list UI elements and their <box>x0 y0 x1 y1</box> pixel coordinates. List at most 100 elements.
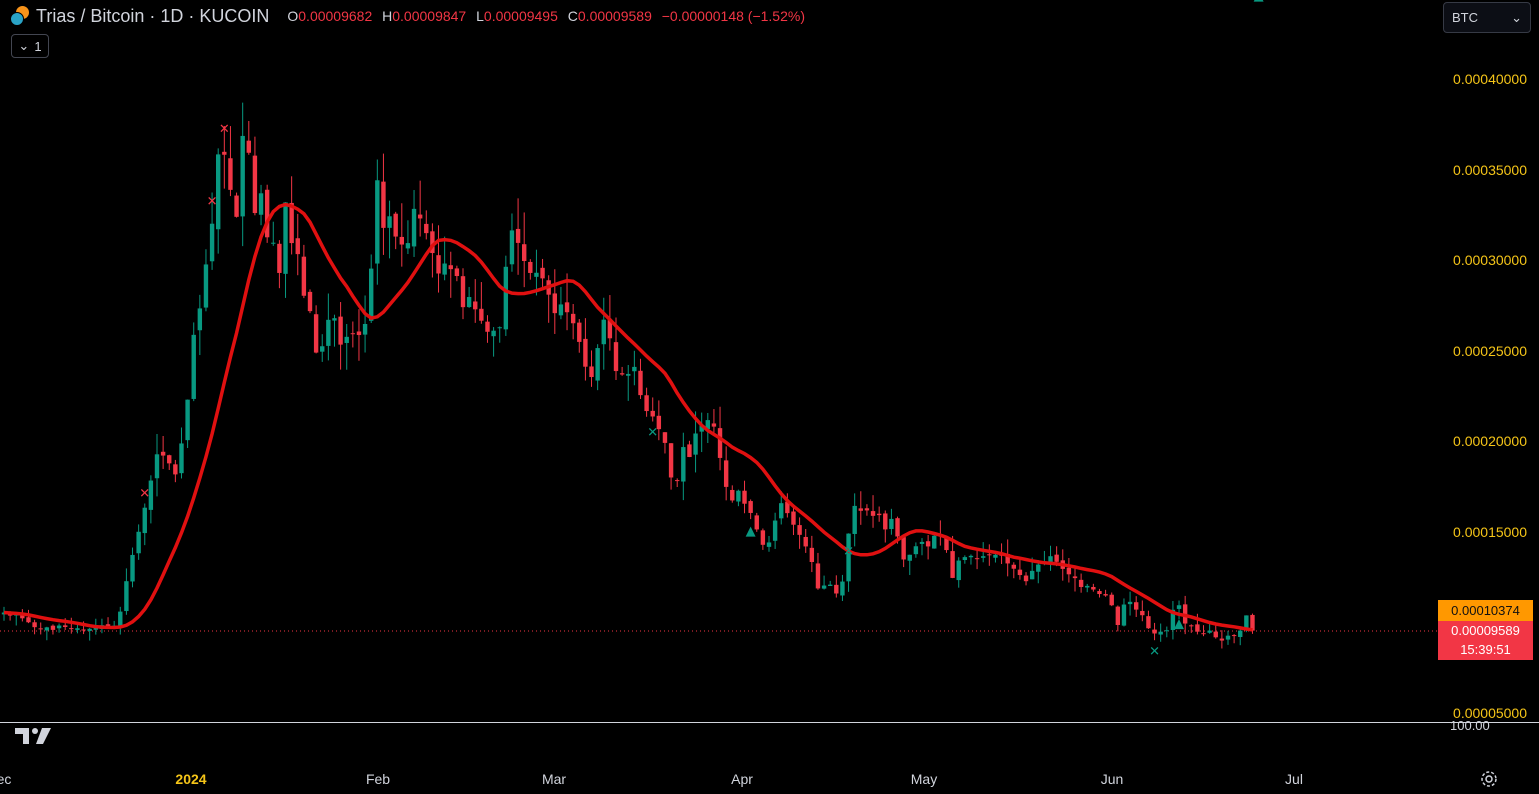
currency-select[interactable]: BTC ⌄ <box>1443 2 1531 33</box>
candle-body <box>650 410 655 417</box>
candle-body <box>809 547 815 563</box>
candle-body <box>962 557 968 561</box>
candle-body <box>1011 564 1016 569</box>
candle-body <box>375 180 380 264</box>
candle-body <box>381 181 386 228</box>
symbol-header: Trias / Bitcoin · 1D · KUCOIN O0.0000968… <box>10 4 805 28</box>
candle-body <box>1146 616 1151 629</box>
candle-body <box>442 263 447 275</box>
candle-body <box>540 267 545 279</box>
tradingview-logo-icon[interactable] <box>14 726 54 746</box>
candle-body <box>191 334 196 399</box>
candle-body <box>528 261 533 273</box>
candle-body <box>454 268 460 277</box>
candle-body <box>1103 594 1108 596</box>
price-change: −0.00000148 (−1.52%) <box>661 8 805 24</box>
ohlc-open-key: O <box>287 8 299 24</box>
candle-body <box>907 554 912 561</box>
signal-cross-marker: ✕ <box>139 487 150 502</box>
candle-body <box>326 319 331 346</box>
candle-body <box>1225 635 1231 640</box>
candle-body <box>1231 635 1237 637</box>
candle-body <box>522 244 527 261</box>
candle-body <box>662 432 668 443</box>
candle-body <box>883 513 888 530</box>
candle-body <box>258 193 264 215</box>
candle-body <box>332 318 337 321</box>
time-axis-label: Jul <box>1285 771 1303 787</box>
ohlc-high-key: H <box>382 8 393 24</box>
candle-body <box>295 238 300 255</box>
candle-body <box>1109 594 1114 606</box>
candle-body <box>142 507 147 534</box>
signal-markers: ✕ ✕ ✕ ✕ ▲ ✕ ✕ ▲ ▲ <box>139 0 1263 659</box>
candle-body <box>681 447 686 482</box>
signal-cross-marker: ✕ <box>647 425 658 440</box>
candle-body <box>405 243 411 249</box>
candle-body <box>687 444 692 458</box>
candle-body <box>901 537 906 560</box>
currency-select-value: BTC <box>1452 10 1478 25</box>
candle-body <box>1207 630 1212 633</box>
indicator-count: 1 <box>34 38 42 54</box>
candle-body <box>748 501 753 513</box>
symbol-coin-icon <box>10 6 30 26</box>
candle-body <box>240 135 245 217</box>
candle-body <box>1152 629 1157 634</box>
price-axis-label: 0.00020000 <box>1453 433 1527 449</box>
candle-body <box>564 302 570 313</box>
candle-body <box>632 366 637 372</box>
ohlc-low-value: 0.00009495 <box>483 8 558 24</box>
candle-body <box>356 331 362 336</box>
candle-body <box>736 490 741 502</box>
pane-separator[interactable] <box>0 722 1539 723</box>
candle-body <box>558 304 564 316</box>
price-chart[interactable]: ✕ ✕ ✕ ✕ ▲ ✕ ✕ ▲ ▲ <box>0 0 1539 794</box>
buy-signal-marker: ▲ <box>1174 616 1184 631</box>
candle-body <box>1213 631 1218 638</box>
candle-body <box>497 327 502 329</box>
candle-body <box>1195 624 1200 632</box>
candle-body <box>56 625 62 629</box>
ohlc-values: O0.00009682 H0.00009847 L0.00009495 C0.0… <box>281 8 805 24</box>
candle-body <box>417 214 423 219</box>
candle-body <box>858 508 863 511</box>
time-axis-label: 2024 <box>175 771 207 787</box>
time-axis-label: Apr <box>731 771 753 787</box>
candle-body <box>289 202 294 244</box>
candle-body <box>913 546 919 555</box>
candle-body <box>344 336 349 343</box>
candle-body <box>1219 638 1225 641</box>
candle-body <box>534 272 539 277</box>
signal-cross-marker: ✕ <box>207 195 218 210</box>
candle-body <box>675 480 680 482</box>
candle-body <box>552 293 557 314</box>
indicators-toggle-button[interactable]: ⌄ 1 <box>11 34 49 58</box>
candle-body <box>509 230 515 265</box>
candle-body <box>619 373 625 375</box>
last-price-value: 0.00009589 <box>1451 623 1520 638</box>
signal-cross-marker: ✕ <box>843 545 854 560</box>
candle-body <box>460 276 466 308</box>
candle-body <box>644 395 649 412</box>
price-axis-label: 0.00035000 <box>1453 162 1527 178</box>
candle-body <box>834 584 839 594</box>
candle-body <box>1097 591 1102 595</box>
candle-body <box>852 505 857 534</box>
candle-body <box>209 223 215 262</box>
candle-body <box>932 535 937 549</box>
signal-cross-marker: ✕ <box>219 122 230 137</box>
candle-body <box>1017 569 1023 576</box>
candle-body <box>75 628 80 630</box>
candle-body <box>821 585 827 589</box>
gear-icon[interactable] <box>1479 769 1499 789</box>
symbol-title[interactable]: Trias / Bitcoin · 1D · KUCOIN <box>36 6 269 27</box>
candle-body <box>638 370 643 396</box>
candle-body <box>889 518 894 530</box>
price-axis-label: 0.00015000 <box>1453 524 1527 540</box>
candle-body <box>411 208 417 247</box>
candle-body <box>369 268 374 321</box>
candle-body <box>1091 586 1096 590</box>
candle-body <box>1036 564 1041 572</box>
candle-body <box>760 530 766 545</box>
